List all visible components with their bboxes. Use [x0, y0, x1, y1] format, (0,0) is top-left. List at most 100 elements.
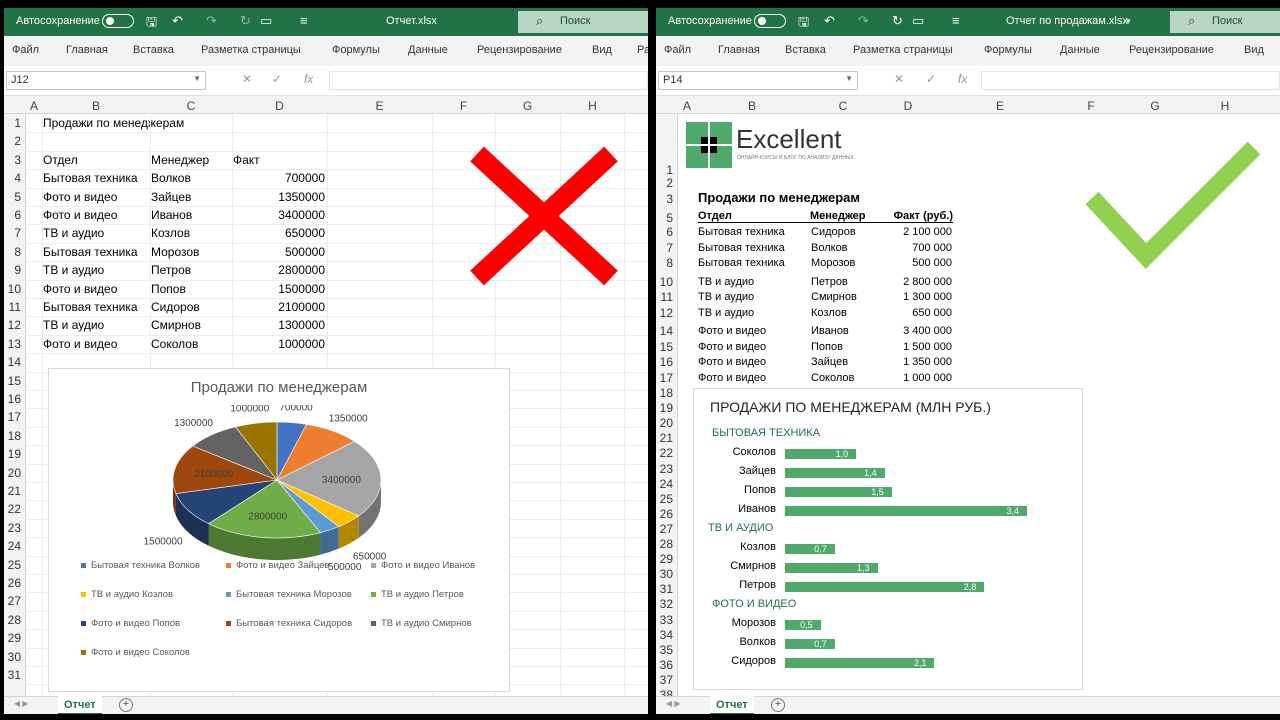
worksheet-grid[interactable]: ABCDEFGH 1 2 3 4 5 6 7 8 9 10 11 12 13 14 15 16 17 18 19 20… [4, 96, 648, 696]
gridline-col [42, 114, 43, 696]
pie-data-label: 1000000 [230, 405, 269, 414]
tab-file[interactable]: Файл [12, 44, 39, 56]
autosave-toggle[interactable] [102, 14, 134, 28]
pie-plot: 7000001350000340000065000050000028000001… [144, 405, 387, 573]
save-icon[interactable]: 🖫 [798, 13, 809, 35]
tab-view[interactable]: Вид [592, 44, 612, 56]
format-icon[interactable]: ▭ [260, 13, 272, 29]
worksheet-grid[interactable]: ABCDEFGH 1 2 3 5 6 7 8 10 11 12 14 15 16 17 18 19 20 21 22… [656, 96, 1280, 702]
enter-icon[interactable]: ✓ [926, 72, 936, 86]
bar-category-label: Иванов [738, 503, 776, 515]
cell-department: Фото и видео [698, 340, 767, 353]
cell-department: Бытовая техника [43, 300, 138, 314]
formula-bar: P14 ▼ ✕ ✓ fx [656, 66, 1280, 96]
row-header: 28 [659, 537, 673, 551]
pie-data-label: 2800000 [248, 512, 287, 523]
undo-icon[interactable]: ↶ [824, 13, 835, 29]
sheet-tab-bar: ◀ ▶ Отчет + [656, 696, 1280, 714]
bar-chart[interactable]: ПРОДАЖИ ПО МЕНЕДЖЕРАМ (МЛН РУБ.) Бытовая… [693, 388, 1083, 690]
tab-home[interactable]: Главная [66, 44, 108, 56]
tab-insert[interactable]: Вставка [785, 44, 826, 56]
refresh-icon[interactable]: ↻ [892, 13, 903, 29]
cancel-icon[interactable]: ✕ [894, 72, 904, 86]
cell-actual: 1350000 [278, 189, 325, 204]
logo-tagline: ОНЛАЙН-КУРСЫ И БЛОГ ПО АНАЛИЗУ ДАННЫХ [737, 155, 854, 161]
column-header-d: D [903, 99, 913, 113]
row-header: 33 [659, 612, 673, 627]
column-header-a: A [29, 99, 38, 113]
name-box[interactable]: J12 ▼ [6, 71, 206, 90]
sheet-tab-otchet[interactable]: Отчет [58, 696, 102, 714]
cell-actual: 2100000 [278, 300, 325, 314]
legend-item: Фото и видео Иванов [371, 560, 475, 571]
sheet-tab-otchet[interactable]: Отчет [710, 696, 754, 714]
format-icon[interactable]: ▭ [912, 13, 924, 29]
cancel-icon[interactable]: ✕ [242, 72, 252, 86]
tab-file[interactable]: Файл [664, 44, 691, 56]
cell-manager: Попов [151, 281, 186, 296]
tab-formulas[interactable]: Формулы [332, 44, 380, 56]
customize-icon[interactable]: ≡ [952, 13, 960, 28]
tab-review[interactable]: Рецензирование [1129, 44, 1214, 56]
add-sheet-button[interactable]: + [119, 698, 133, 712]
row-header: 35 [659, 642, 673, 657]
cell-actual: 650000 [284, 226, 325, 241]
refresh-icon[interactable]: ↻ [240, 13, 251, 29]
tab-insert[interactable]: Вставка [133, 44, 174, 56]
row-header: 31 [659, 582, 673, 597]
cell-department: Фото и видео [698, 325, 767, 337]
save-icon[interactable]: 🖫 [146, 13, 157, 35]
add-sheet-button[interactable]: + [771, 698, 785, 712]
redo-icon[interactable]: ↷ [206, 13, 217, 29]
legend-swatch [226, 591, 231, 597]
tab-page-layout[interactable]: Разметка страницы [853, 44, 953, 56]
row-header: 22 [7, 502, 21, 517]
ribbon-tabs: Файл Главная Вставка Разметка страницы Ф… [656, 36, 1280, 66]
legend-item: Бытовая техника Сидоров [226, 618, 352, 629]
search-box[interactable]: ⌕ Поиск [1170, 11, 1280, 33]
cell-manager: Морозов [811, 257, 856, 269]
tab-view[interactable]: Вид [1244, 44, 1264, 56]
bar-category-label: Соколов [732, 446, 776, 458]
sheet-nav-icon[interactable]: ◀ ▶ [666, 699, 681, 708]
tab-home[interactable]: Главная [718, 44, 760, 56]
function-icon[interactable]: fx [958, 72, 967, 86]
search-box[interactable]: ⌕ Поиск [518, 11, 648, 33]
tab-review[interactable]: Рецензирование [477, 44, 562, 56]
customize-icon[interactable]: ≡ [300, 13, 308, 28]
tab-formulas[interactable]: Формулы [984, 44, 1032, 56]
formula-input[interactable] [329, 71, 648, 90]
bar-category-label: Козлов [740, 541, 776, 553]
legend-swatch [81, 591, 86, 597]
column-header-h: H [1220, 99, 1230, 113]
redo-icon[interactable]: ↷ [858, 13, 869, 29]
tab-data[interactable]: Данные [1060, 44, 1100, 56]
row-header: 8 [666, 256, 673, 270]
undo-icon[interactable]: ↶ [172, 13, 183, 29]
enter-icon[interactable]: ✓ [272, 72, 282, 86]
pie-chart[interactable]: Продажи по менеджерам 700000 1350000 34000… [48, 368, 510, 692]
legend-item: Фото и видео Соколов [81, 647, 190, 658]
autosave-toggle[interactable] [754, 14, 786, 28]
bar-category-label: Сидоров [731, 655, 776, 667]
formula-input[interactable] [981, 71, 1280, 90]
sheet-nav-icon[interactable]: ◀ ▶ [14, 699, 29, 708]
row-header: 24 [659, 476, 673, 491]
row-header: 29 [7, 631, 21, 646]
legend-item: Фото и видео Попов [81, 618, 180, 629]
name-box[interactable]: P14 ▼ [658, 71, 858, 90]
cell-manager: Морозов [151, 244, 200, 259]
row-header: 21 [7, 484, 21, 498]
tab-page-layout[interactable]: Разметка страницы [201, 44, 301, 56]
tab-data[interactable]: Данные [408, 44, 448, 56]
tab-overflow[interactable]: Ра [637, 44, 648, 56]
chevron-down-icon[interactable]: ▾ [1126, 16, 1131, 27]
gridline-row [26, 298, 648, 299]
bar-group-label: Фото и видео [712, 598, 797, 610]
row-header: 12 [7, 318, 21, 333]
column-header-h: H [588, 99, 597, 113]
function-icon[interactable]: fx [304, 72, 313, 86]
column-header-b: B [91, 99, 100, 113]
cell-department: ТВ и аудио [698, 275, 755, 288]
legend-label: ТВ и аудио Петров [381, 589, 464, 600]
